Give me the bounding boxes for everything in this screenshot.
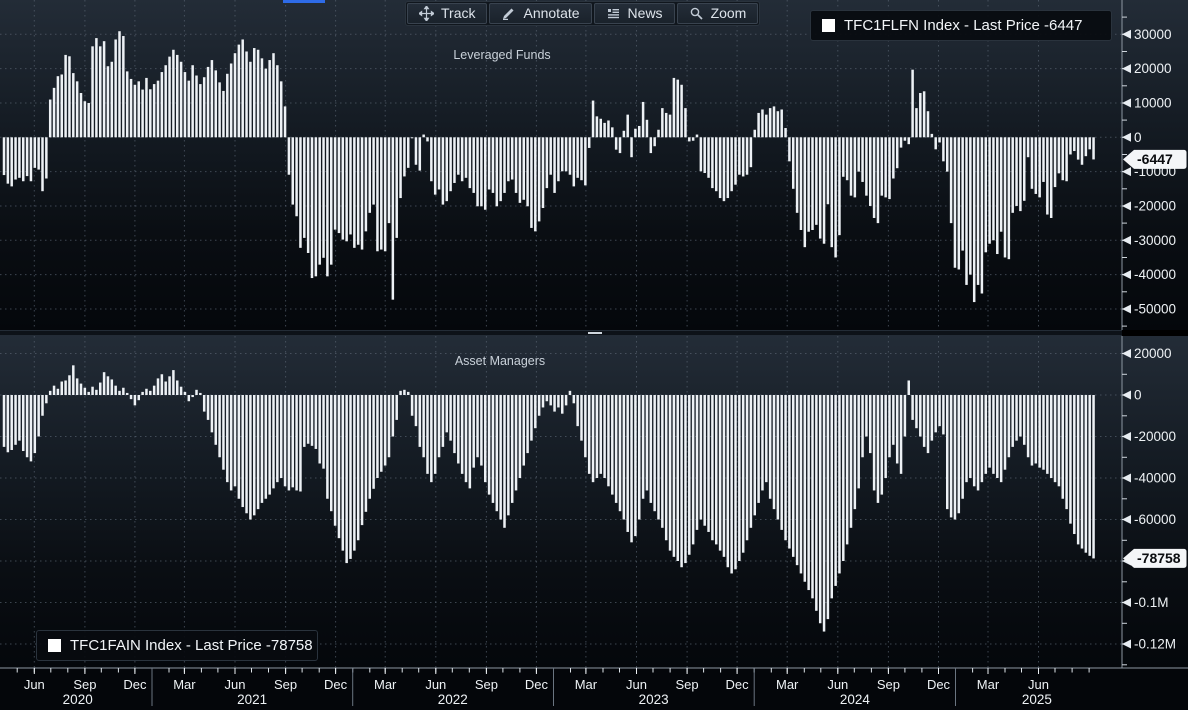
svg-text:Sep: Sep <box>73 677 96 692</box>
panel-bottom: 200000-20000-40000-60000-80000-0.1M-0.12… <box>0 336 1188 668</box>
svg-text:Sep: Sep <box>877 677 900 692</box>
svg-text:Jun: Jun <box>1028 677 1049 692</box>
svg-text:Sep: Sep <box>676 677 699 692</box>
svg-text:-50000: -50000 <box>1134 302 1176 317</box>
svg-text:Jun: Jun <box>24 677 45 692</box>
svg-text:Mar: Mar <box>374 677 397 692</box>
svg-text:-40000: -40000 <box>1134 471 1176 486</box>
track-button[interactable]: Track <box>407 3 488 24</box>
svg-text:Jun: Jun <box>425 677 446 692</box>
news-label: News <box>627 5 663 21</box>
legend-tfc1fain[interactable]: TFC1FAIN Index - Last Price -78758 <box>36 630 318 661</box>
x-axis: Jun Sep Dec Mar Jun Sep Dec Mar Jun Sep Dec Mar Jun S… <box>0 667 1188 710</box>
svg-text:-6447: -6447 <box>1137 151 1173 167</box>
svg-text:2025: 2025 <box>1022 692 1052 707</box>
svg-text:-40000: -40000 <box>1134 267 1176 282</box>
svg-text:2023: 2023 <box>639 692 669 707</box>
y-axis-top: 3000020000100000-10000-20000-30000-40000… <box>1122 27 1176 317</box>
svg-text:-60000: -60000 <box>1134 512 1176 527</box>
svg-text:10000: 10000 <box>1134 96 1172 111</box>
svg-text:Jun: Jun <box>827 677 848 692</box>
last-price-tag-bottom: -78758 <box>1123 548 1187 568</box>
svg-text:-0.12M: -0.12M <box>1134 637 1176 652</box>
zoom-icon <box>689 6 704 21</box>
legend-swatch <box>48 639 61 652</box>
svg-text:Sep: Sep <box>274 677 297 692</box>
svg-text:0: 0 <box>1134 388 1142 403</box>
panel-splitter[interactable] <box>0 330 1122 336</box>
panel-top: 3000020000100000-10000-20000-30000-40000… <box>0 0 1188 330</box>
svg-text:Jun: Jun <box>225 677 246 692</box>
annotate-label: Annotate <box>523 5 580 21</box>
annotate-icon <box>501 6 516 21</box>
legend-swatch <box>822 19 835 32</box>
svg-text:-30000: -30000 <box>1134 233 1176 248</box>
svg-text:2020: 2020 <box>63 692 93 707</box>
annotate-button[interactable]: Annotate <box>489 3 592 24</box>
svg-text:-20000: -20000 <box>1134 429 1176 444</box>
svg-text:Mar: Mar <box>776 677 799 692</box>
svg-text:Dec: Dec <box>123 677 147 692</box>
svg-text:-20000: -20000 <box>1134 199 1176 214</box>
svg-text:Dec: Dec <box>726 677 750 692</box>
svg-text:Mar: Mar <box>977 677 1000 692</box>
svg-text:Sep: Sep <box>475 677 498 692</box>
track-icon <box>419 6 434 21</box>
svg-text:Dec: Dec <box>927 677 951 692</box>
svg-text:2022: 2022 <box>438 692 468 707</box>
news-button[interactable]: News <box>593 3 675 24</box>
svg-text:-0.1M: -0.1M <box>1134 595 1169 610</box>
zoom-label: Zoom <box>710 5 747 21</box>
svg-text:Jun: Jun <box>626 677 647 692</box>
news-icon <box>606 6 621 21</box>
svg-text:2024: 2024 <box>840 692 871 707</box>
accent-strip <box>283 0 325 3</box>
zoom-button[interactable]: Zoom <box>676 3 759 24</box>
svg-text:Mar: Mar <box>173 677 196 692</box>
svg-text:2021: 2021 <box>237 692 267 707</box>
track-label: Track <box>441 5 476 21</box>
svg-text:0: 0 <box>1134 130 1142 145</box>
legend-label: TFC1FAIN Index - Last Price -78758 <box>70 637 313 654</box>
svg-text:20000: 20000 <box>1134 346 1172 361</box>
chart-toolbar: Track Annotate News Zoom <box>405 1 761 26</box>
svg-text:Dec: Dec <box>324 677 348 692</box>
svg-text:Mar: Mar <box>575 677 598 692</box>
svg-text:30000: 30000 <box>1134 27 1172 42</box>
legend-label: TFC1FLFN Index - Last Price -6447 <box>844 17 1083 34</box>
svg-text:Dec: Dec <box>525 677 549 692</box>
legend-tfc1flfn[interactable]: TFC1FLFN Index - Last Price -6447 <box>810 10 1112 41</box>
splitter-grip-icon <box>588 332 602 334</box>
svg-text:20000: 20000 <box>1134 61 1172 76</box>
chart-canvas[interactable]: 3000020000100000-10000-20000-30000-40000… <box>0 0 1188 710</box>
svg-text:-78758: -78758 <box>1137 550 1181 566</box>
last-price-tag-top: -6447 <box>1123 149 1187 169</box>
